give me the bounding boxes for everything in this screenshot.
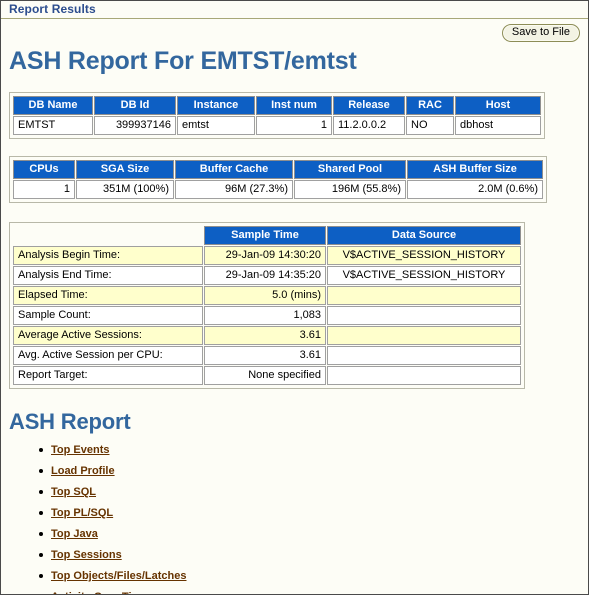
cell-sample-time: 5.0 (mins): [204, 286, 326, 305]
column-header-sga-size: SGA Size: [76, 160, 174, 179]
table-row: Elapsed Time: 5.0 (mins): [13, 286, 521, 305]
list-item: Top Sessions: [39, 549, 588, 561]
list-item: Top Java: [39, 528, 588, 540]
cell-db-name: EMTST: [13, 116, 93, 135]
cell-label: Analysis End Time:: [13, 266, 203, 285]
table-row: EMTST 399937146 emtst 1 11.2.0.0.2 NO db…: [13, 116, 541, 135]
list-item: Top Objects/Files/Latches: [39, 570, 588, 582]
db-info-table-container: DB Name DB Id Instance Inst num Release …: [9, 92, 545, 139]
save-to-file-button[interactable]: Save to File: [501, 24, 580, 42]
cell-ash-buffer-size: 2.0M (0.6%): [407, 180, 543, 199]
column-header-shared-pool: Shared Pool: [294, 160, 406, 179]
cell-data-source: [327, 286, 521, 305]
list-item: Load Profile: [39, 465, 588, 477]
link-top-objects-files-latches[interactable]: Top Objects/Files/Latches: [51, 570, 187, 582]
table-header-row: Sample Time Data Source: [13, 226, 521, 245]
cell-label: Analysis Begin Time:: [13, 246, 203, 265]
analysis-info-table: Sample Time Data Source Analysis Begin T…: [12, 225, 522, 386]
report-page: Report Results Save to File ASH Report F…: [0, 0, 589, 595]
column-header-buffer-cache: Buffer Cache: [175, 160, 293, 179]
cell-sample-time: None specified: [204, 366, 326, 385]
cell-data-source: [327, 326, 521, 345]
table-row: Analysis End Time: 29-Jan-09 14:35:20 V$…: [13, 266, 521, 285]
column-header-release: Release: [333, 96, 405, 115]
cell-data-source: [327, 306, 521, 325]
cell-data-source: [327, 366, 521, 385]
column-header-rac: RAC: [406, 96, 454, 115]
list-item: Activity Over Time: [39, 591, 588, 594]
list-item: Top Events: [39, 444, 588, 456]
table-row: Analysis Begin Time: 29-Jan-09 14:30:20 …: [13, 246, 521, 265]
link-load-profile[interactable]: Load Profile: [51, 465, 115, 477]
cell-sample-time: 1,083: [204, 306, 326, 325]
cell-shared-pool: 196M (55.8%): [294, 180, 406, 199]
table-row: 1 351M (100%) 96M (27.3%) 196M (55.8%) 2…: [13, 180, 543, 199]
cell-data-source: [327, 346, 521, 365]
link-top-java[interactable]: Top Java: [51, 528, 98, 540]
link-top-sql[interactable]: Top SQL: [51, 486, 96, 498]
cell-db-id: 399937146: [94, 116, 176, 135]
link-top-sessions[interactable]: Top Sessions: [51, 549, 122, 561]
column-header-db-id: DB Id: [94, 96, 176, 115]
column-header-inst-num: Inst num: [256, 96, 332, 115]
column-header-instance: Instance: [177, 96, 255, 115]
memory-info-table-container: CPUs SGA Size Buffer Cache Shared Pool A…: [9, 156, 547, 203]
page-header-bar: Report Results: [1, 1, 588, 19]
section-title-ash-report: ASH Report: [9, 409, 131, 434]
list-item: Top PL/SQL: [39, 507, 588, 519]
report-links-list: Top Events Load Profile Top SQL Top PL/S…: [1, 444, 588, 594]
column-header-db-name: DB Name: [13, 96, 93, 115]
table-row: Average Active Sessions: 3.61: [13, 326, 521, 345]
cell-buffer-cache: 96M (27.3%): [175, 180, 293, 199]
table-header-row: CPUs SGA Size Buffer Cache Shared Pool A…: [13, 160, 543, 179]
column-header-sample-time: Sample Time: [204, 226, 326, 245]
column-header-data-source: Data Source: [327, 226, 521, 245]
cell-sample-time: 29-Jan-09 14:30:20: [204, 246, 326, 265]
column-header-host: Host: [455, 96, 541, 115]
cell-label: Average Active Sessions:: [13, 326, 203, 345]
cell-label: Elapsed Time:: [13, 286, 203, 305]
cell-sample-time: 29-Jan-09 14:35:20: [204, 266, 326, 285]
cell-label: Report Target:: [13, 366, 203, 385]
cell-host: dbhost: [455, 116, 541, 135]
column-header-ash-buffer-size: ASH Buffer Size: [407, 160, 543, 179]
cell-sample-time: 3.61: [204, 346, 326, 365]
link-top-events[interactable]: Top Events: [51, 444, 109, 456]
page-header-title: Report Results: [9, 2, 96, 16]
link-activity-over-time[interactable]: Activity Over Time: [51, 591, 147, 594]
cell-rac: NO: [406, 116, 454, 135]
table-row: Report Target: None specified: [13, 366, 521, 385]
column-header-blank: [13, 226, 203, 245]
analysis-info-table-container: Sample Time Data Source Analysis Begin T…: [9, 222, 525, 389]
table-header-row: DB Name DB Id Instance Inst num Release …: [13, 96, 541, 115]
cell-cpus: 1: [13, 180, 75, 199]
cell-sample-time: 3.61: [204, 326, 326, 345]
cell-inst-num: 1: [256, 116, 332, 135]
table-row: Sample Count: 1,083: [13, 306, 521, 325]
memory-info-table: CPUs SGA Size Buffer Cache Shared Pool A…: [12, 159, 544, 200]
db-info-table: DB Name DB Id Instance Inst num Release …: [12, 95, 542, 136]
cell-sga-size: 351M (100%): [76, 180, 174, 199]
page-title: ASH Report For EMTST/emtst: [9, 47, 357, 75]
column-header-cpus: CPUs: [13, 160, 75, 179]
link-top-plsql[interactable]: Top PL/SQL: [51, 507, 113, 519]
cell-label: Sample Count:: [13, 306, 203, 325]
table-row: Avg. Active Session per CPU: 3.61: [13, 346, 521, 365]
cell-data-source: V$ACTIVE_SESSION_HISTORY: [327, 266, 521, 285]
cell-release: 11.2.0.0.2: [333, 116, 405, 135]
list-item: Top SQL: [39, 486, 588, 498]
cell-data-source: V$ACTIVE_SESSION_HISTORY: [327, 246, 521, 265]
toolbar: Save to File: [1, 19, 588, 45]
cell-instance: emtst: [177, 116, 255, 135]
cell-label: Avg. Active Session per CPU:: [13, 346, 203, 365]
